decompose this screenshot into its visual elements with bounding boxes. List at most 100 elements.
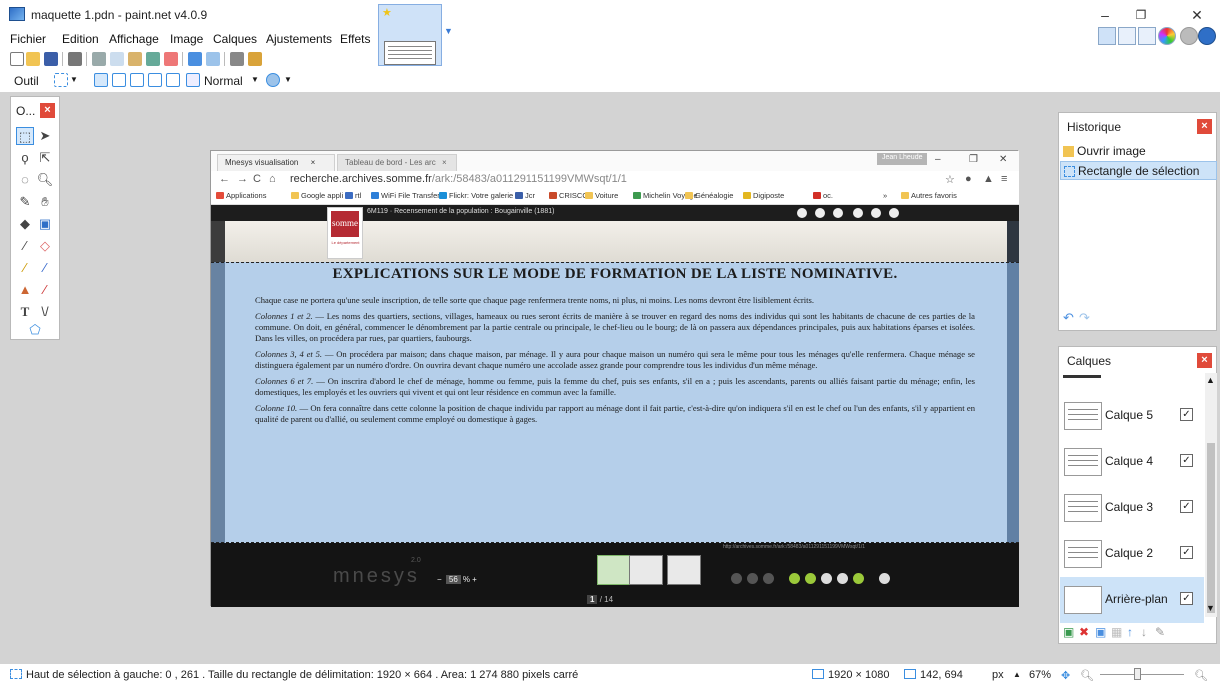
help-icon[interactable] [1198, 27, 1216, 45]
zoom-tool-icon[interactable]: 🔍︎ [36, 171, 54, 189]
grid-icon[interactable] [230, 52, 244, 66]
layer-visibility-checkbox[interactable]: ✓ [1180, 500, 1193, 513]
layers-window-icon[interactable] [1138, 27, 1156, 45]
layers-close-button[interactable]: × [1197, 353, 1212, 368]
layer-properties-icon[interactable]: ✎ [1155, 625, 1165, 639]
zoom-out-icon[interactable]: 🔍︎ [1080, 669, 1094, 682]
move-selected-tool-icon[interactable]: ➤ [36, 127, 54, 145]
settings-gear-icon[interactable] [1180, 27, 1198, 45]
unit-select[interactable]: px [992, 669, 1004, 681]
add-layer-icon[interactable]: ▣ [1063, 625, 1074, 639]
menu-calques[interactable]: Calques [213, 32, 257, 46]
history-item-open-image[interactable]: Ouvrir image [1060, 142, 1217, 161]
pan-tool-icon[interactable]: ✋︎ [36, 193, 54, 211]
ruler-icon[interactable] [248, 52, 262, 66]
back-arrow-icon: ← [219, 173, 230, 185]
ellipse-select-tool-icon[interactable]: ◌ [16, 171, 34, 189]
layer-visibility-checkbox[interactable]: ✓ [1180, 454, 1193, 467]
selection-invert-icon[interactable] [166, 73, 180, 87]
new-file-icon[interactable] [10, 52, 24, 66]
zoom-slider-track[interactable] [1100, 674, 1184, 675]
menu-edition[interactable]: Edition [62, 32, 99, 46]
layer-row[interactable]: Calque 3 ✓ [1060, 485, 1204, 531]
colors-window-icon[interactable] [1158, 27, 1176, 45]
history-undo-icon[interactable]: ↶ [1063, 310, 1074, 326]
copy-icon[interactable] [110, 52, 124, 66]
selection-intersect-icon[interactable] [148, 73, 162, 87]
redo-icon[interactable] [206, 52, 220, 66]
tools-close-button[interactable]: × [40, 103, 55, 118]
close-window-button[interactable]: ✕ [1182, 6, 1212, 24]
history-item-rectangle-select[interactable]: Rectangle de sélection [1060, 161, 1217, 180]
layer-row[interactable]: Calque 5 ✓ [1060, 393, 1204, 439]
menu-image[interactable]: Image [170, 32, 203, 46]
thumbnail-page [384, 41, 436, 65]
layer-row[interactable]: Calque 4 ✓ [1060, 439, 1204, 485]
layer-row-background[interactable]: Arrière-plan ✓ [1060, 577, 1204, 623]
pencil-tool-icon[interactable]: ∕ [16, 259, 34, 277]
move-layer-down-icon[interactable]: ↓ [1141, 625, 1147, 639]
crop-icon[interactable] [146, 52, 160, 66]
undo-icon[interactable] [188, 52, 202, 66]
rectangle-select-tool-icon[interactable]: ⬚ [16, 127, 34, 145]
unit-dropdown-icon[interactable]: ▲ [1013, 670, 1021, 679]
deselect-icon[interactable] [164, 52, 178, 66]
shapes-tool-icon[interactable]: ⬠ [26, 321, 44, 339]
zoom-level[interactable]: 67% [1029, 669, 1051, 681]
eraser-tool-icon[interactable]: ◇ [36, 237, 54, 255]
image-canvas[interactable]: Mnesys visualisation × Tableau de bord -… [210, 150, 1019, 607]
antialias-dropdown-icon[interactable]: ▼ [284, 75, 292, 84]
duplicate-layer-icon[interactable]: ▣ [1095, 625, 1106, 639]
lasso-select-tool-icon[interactable]: ϙ [16, 149, 34, 167]
antialias-icon[interactable] [266, 73, 280, 87]
text-tool-icon[interactable]: T [16, 303, 34, 321]
print-icon[interactable] [68, 52, 82, 66]
paintbrush-tool-icon[interactable]: ∕ [16, 237, 34, 255]
selection-exclude-icon[interactable] [130, 73, 144, 87]
move-layer-up-icon[interactable]: ↑ [1127, 625, 1133, 639]
menu-affichage[interactable]: Affichage [109, 32, 159, 46]
menu-ajustements[interactable]: Ajustements [266, 32, 332, 46]
clone-stamp-tool-icon[interactable]: ▲ [16, 281, 34, 299]
current-tool-icon[interactable] [54, 73, 68, 87]
scroll-up-icon[interactable]: ▲ [1206, 375, 1215, 385]
save-file-icon[interactable] [44, 52, 58, 66]
line-curve-tool-icon[interactable]: \/ [36, 303, 54, 321]
magic-wand-tool-icon[interactable]: ✎ [16, 193, 34, 211]
paint-bucket-tool-icon[interactable]: ◆ [16, 215, 34, 233]
history-window-icon[interactable] [1118, 27, 1136, 45]
layers-scroll-thumb[interactable] [1207, 443, 1215, 613]
layer-visibility-checkbox[interactable]: ✓ [1180, 592, 1193, 605]
image-tab-thumbnail[interactable]: ★ [378, 4, 442, 66]
move-selection-tool-icon[interactable]: ⇱ [36, 149, 54, 167]
open-file-icon[interactable] [26, 52, 40, 66]
paste-icon[interactable] [128, 52, 142, 66]
bookmark-item: Jcr [515, 191, 535, 200]
maximize-button[interactable]: ❐ [1126, 6, 1156, 24]
cut-icon[interactable] [92, 52, 106, 66]
gradient-tool-icon[interactable]: ▣ [36, 215, 54, 233]
recolor-tool-icon[interactable]: ∕ [36, 281, 54, 299]
history-redo-icon[interactable]: ↷ [1079, 310, 1090, 326]
scroll-down-icon[interactable]: ▼ [1206, 603, 1215, 613]
tools-window-icon[interactable] [1098, 27, 1116, 45]
layer-visibility-checkbox[interactable]: ✓ [1180, 408, 1193, 421]
zoom-in-icon[interactable]: 🔍︎ [1194, 669, 1208, 682]
history-close-button[interactable]: × [1197, 119, 1212, 134]
delete-layer-icon[interactable]: ✖ [1079, 625, 1089, 639]
blend-dropdown-icon[interactable]: ▼ [251, 75, 259, 84]
image-list-dropdown-icon[interactable]: ▼ [444, 26, 453, 36]
tool-dropdown-icon[interactable]: ▼ [70, 75, 78, 84]
zoom-slider-thumb[interactable] [1134, 668, 1141, 680]
merge-layer-icon[interactable]: ▦ [1111, 625, 1122, 639]
fit-window-icon[interactable]: ✥ [1061, 669, 1070, 682]
selection-replace-icon[interactable] [94, 73, 108, 87]
blend-mode-select[interactable]: Normal [204, 74, 243, 88]
layer-row[interactable]: Calque 2 ✓ [1060, 531, 1204, 577]
layer-visibility-checkbox[interactable]: ✓ [1180, 546, 1193, 559]
selection-union-icon[interactable] [112, 73, 126, 87]
menu-fichier[interactable]: Fichier [10, 32, 46, 46]
minimize-button[interactable]: – [1090, 6, 1120, 24]
color-picker-tool-icon[interactable]: ∕ [36, 259, 54, 277]
menu-effets[interactable]: Effets [340, 32, 370, 46]
